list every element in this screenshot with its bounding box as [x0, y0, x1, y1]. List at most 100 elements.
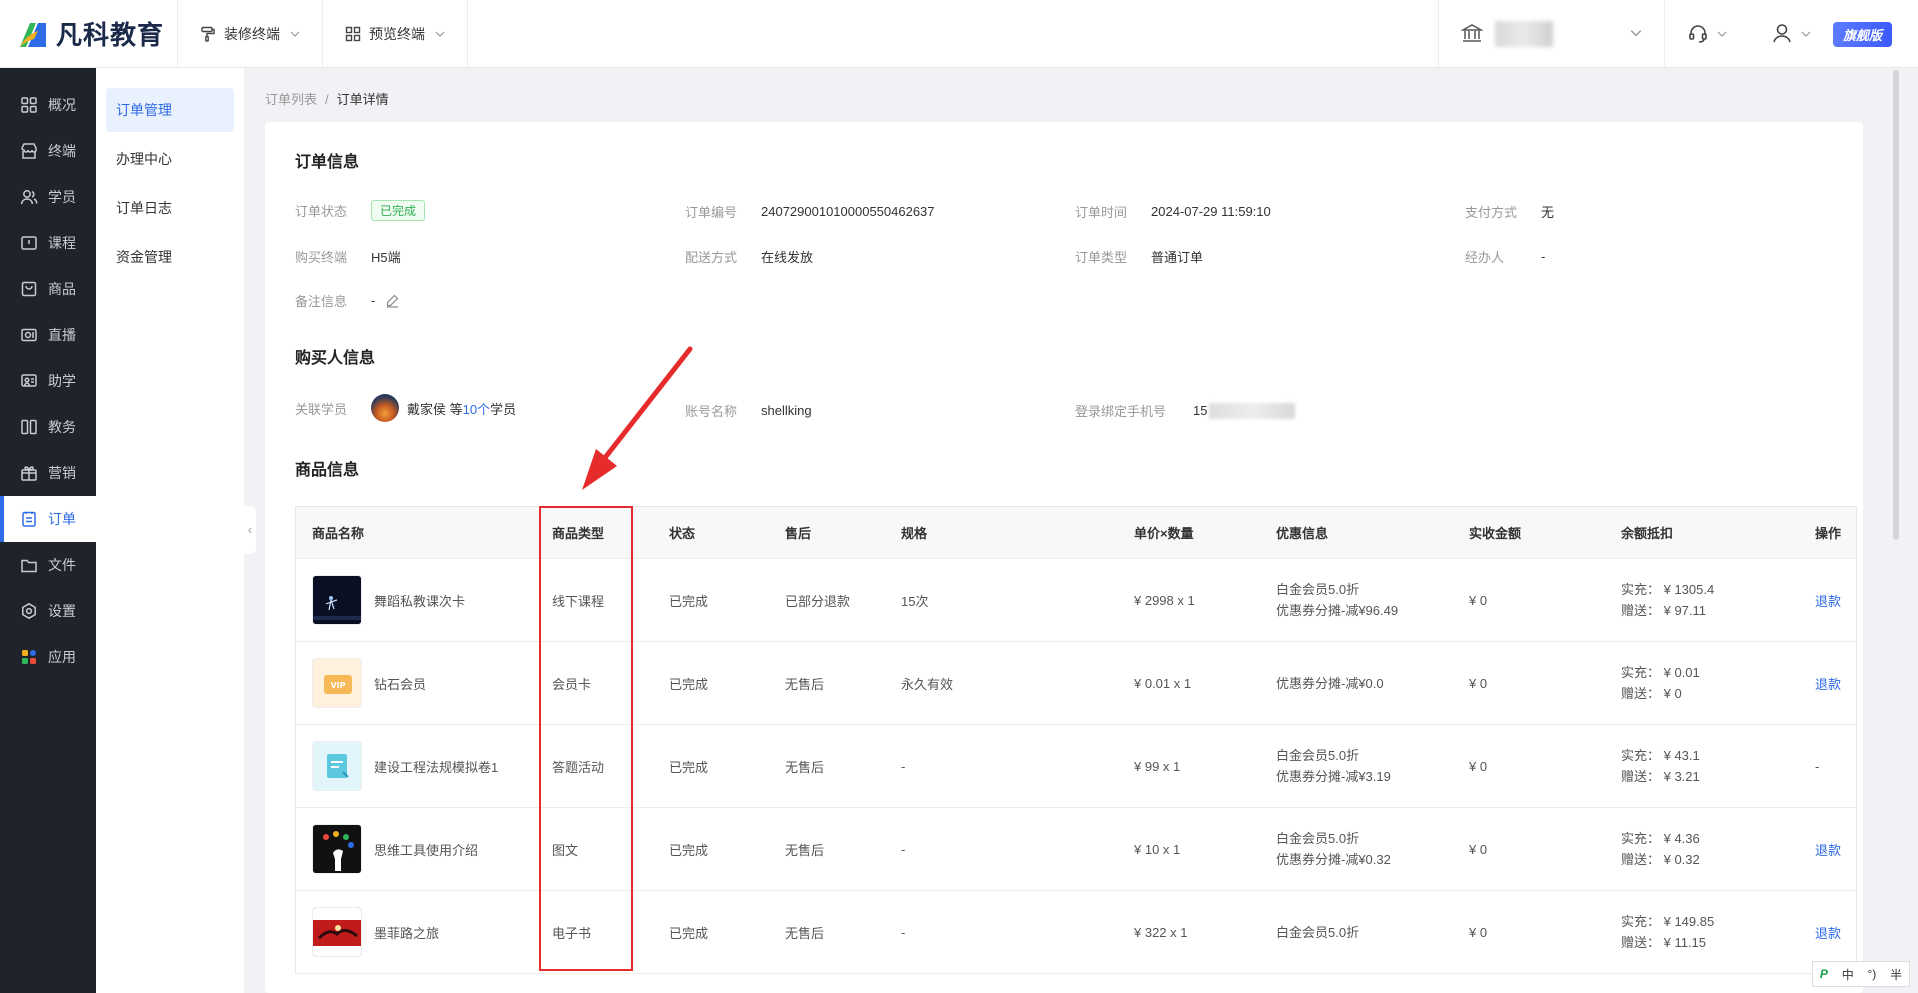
goods-after-sale: 无售后: [785, 759, 825, 775]
nav-label: 助学: [48, 373, 76, 389]
support-menu[interactable]: [1663, 0, 1749, 68]
user-icon: [1771, 22, 1793, 47]
nav-files[interactable]: 文件: [0, 542, 96, 588]
table-row: 舞蹈私教课次卡 线下课程 已完成 已部分退款 15次 ¥ 2998 x 1 白金…: [296, 559, 1856, 642]
user-menu[interactable]: [1749, 0, 1833, 68]
phone-blurred: [1209, 402, 1296, 419]
discount-line: 优惠券分摊-减¥96.49: [1276, 603, 1399, 618]
bag-icon: [20, 280, 38, 298]
chevron-down-icon: [290, 29, 300, 39]
goods-after-sale: 无售后: [785, 676, 825, 692]
collapse-sidebar-button[interactable]: ‹: [244, 506, 256, 554]
order-time-value: 2024-07-29 11:59:10: [1151, 204, 1271, 219]
nav-overview[interactable]: 概况: [0, 82, 96, 128]
help-study-icon: [20, 372, 38, 390]
goods-after-sale: 无售后: [785, 842, 825, 858]
nav-courses[interactable]: 课程: [0, 220, 96, 266]
logo-mark-icon: [16, 17, 50, 51]
store-icon: [20, 142, 38, 160]
discount-line: 白金会员5.0折: [1276, 582, 1360, 597]
brand-name: 凡科教育: [56, 20, 165, 50]
tenant-switcher[interactable]: [1437, 0, 1664, 68]
col-header: 操作: [1815, 526, 1842, 541]
field-label: 支付方式: [1465, 205, 1518, 220]
subnav-service-center[interactable]: 办理中心: [106, 137, 234, 181]
tenant-name-blurred: [1494, 21, 1553, 47]
student-count-link[interactable]: 10个: [463, 399, 490, 418]
goods-thumbnail: VIP: [312, 658, 362, 708]
goods-paid: ¥ 0: [1469, 675, 1488, 691]
columns-icon: [20, 418, 38, 436]
users-icon: [20, 188, 38, 206]
ime-width: 半: [1890, 967, 1903, 982]
order-time-field: 订单时间 2024-07-29 11:59:10: [1075, 202, 1271, 221]
purchase-terminal-value: H5端: [371, 250, 401, 265]
edit-icon[interactable]: [385, 293, 400, 308]
apps-icon: [20, 648, 38, 666]
nav-label: 文件: [48, 557, 76, 573]
nav-live[interactable]: 直播: [0, 312, 96, 358]
nav-settings[interactable]: 设置: [0, 588, 96, 634]
goods-name: 建设工程法规模拟卷1: [374, 759, 499, 775]
discount-line: 白金会员5.0折: [1276, 831, 1360, 846]
page-scrollbar[interactable]: [1893, 70, 1899, 540]
refund-link[interactable]: 退款: [1799, 591, 1858, 610]
nav-students[interactable]: 学员: [0, 174, 96, 220]
table-header: 商品名称 商品类型 状态 售后 规格 单价×数量 优惠信息 实收金额 余额抵扣 …: [296, 507, 1856, 559]
decorate-terminal-menu[interactable]: 装修终端: [178, 0, 323, 68]
nav-academic[interactable]: 教务: [0, 404, 96, 450]
nav-label: 课程: [48, 235, 76, 251]
nav-label: 营销: [48, 465, 76, 481]
nav-marketing[interactable]: 营销: [0, 450, 96, 496]
field-label: 订单编号: [685, 205, 738, 220]
refund-link[interactable]: 退款: [1799, 840, 1858, 859]
ime-indicator[interactable]: P 中 °) 半: [1812, 961, 1910, 987]
handler-value: -: [1541, 249, 1546, 264]
breadcrumb-order-list[interactable]: 订单列表: [265, 92, 317, 107]
order-status-field: 订单状态 已完成: [295, 200, 426, 221]
goods-status: 已完成: [669, 759, 709, 775]
goods-thumbnail: [312, 824, 362, 874]
nav-goods[interactable]: 商品: [0, 266, 96, 312]
order-type-value: 普通订单: [1151, 250, 1204, 265]
refund-link[interactable]: 退款: [1799, 674, 1858, 693]
subnav-order-management[interactable]: 订单管理: [106, 88, 234, 132]
goods-balance: 实充： ¥ 1305.4 赠送： ¥ 97.11: [1605, 579, 1799, 621]
goods-price-qty: ¥ 322 x 1: [1134, 924, 1188, 940]
nav-apps[interactable]: 应用: [0, 634, 96, 680]
ime-punct: °): [1867, 967, 1877, 981]
avatar: [371, 394, 399, 422]
nav-terminal[interactable]: 终端: [0, 128, 96, 174]
goods-price-qty: ¥ 99 x 1: [1134, 758, 1181, 774]
book-icon: [20, 234, 38, 252]
preview-terminal-menu[interactable]: 预览终端: [323, 0, 468, 68]
decorate-terminal-label: 装修终端: [224, 25, 280, 42]
balance-line: 赠送： ¥ 0.32: [1621, 852, 1700, 867]
order-type-field: 订单类型 普通订单: [1075, 247, 1203, 266]
breadcrumb-separator: /: [325, 92, 329, 107]
goods-status: 已完成: [669, 676, 709, 692]
nav-orders[interactable]: 订单: [0, 496, 96, 542]
field-label: 配送方式: [685, 250, 738, 265]
subnav-order-log[interactable]: 订单日志: [106, 186, 234, 230]
order-no-field: 订单编号 2407290010100005504626​37: [685, 202, 935, 221]
phone-prefix: 15: [1193, 403, 1208, 418]
balance-line: 实充： ¥ 0.01: [1621, 665, 1700, 680]
top-bar: 凡科教育 装修终端 预览终端 旗舰版: [0, 0, 1918, 68]
folder-icon: [20, 556, 38, 574]
nav-study-aid[interactable]: 助学: [0, 358, 96, 404]
purchase-terminal-field: 购买终端 H5端: [295, 247, 401, 266]
nav-label: 直播: [48, 327, 76, 343]
remark-field: 备注信息 -: [295, 291, 400, 310]
brand-logo[interactable]: 凡科教育: [0, 0, 178, 68]
goods-name-cell: 墨菲路之旅: [296, 907, 536, 957]
goods-name-cell: VIP 钻石会员: [296, 658, 536, 708]
field-label: 订单类型: [1075, 250, 1128, 265]
subnav-fund-management[interactable]: 资金管理: [106, 235, 234, 279]
goods-thumbnail: [312, 575, 362, 625]
chevron-down-icon: [435, 29, 445, 39]
pay-method-value: 无: [1541, 205, 1555, 220]
field-label: 关联学员: [295, 401, 348, 417]
balance-line: 赠送： ¥ 11.15: [1621, 935, 1707, 950]
refund-link[interactable]: 退款: [1799, 923, 1858, 942]
